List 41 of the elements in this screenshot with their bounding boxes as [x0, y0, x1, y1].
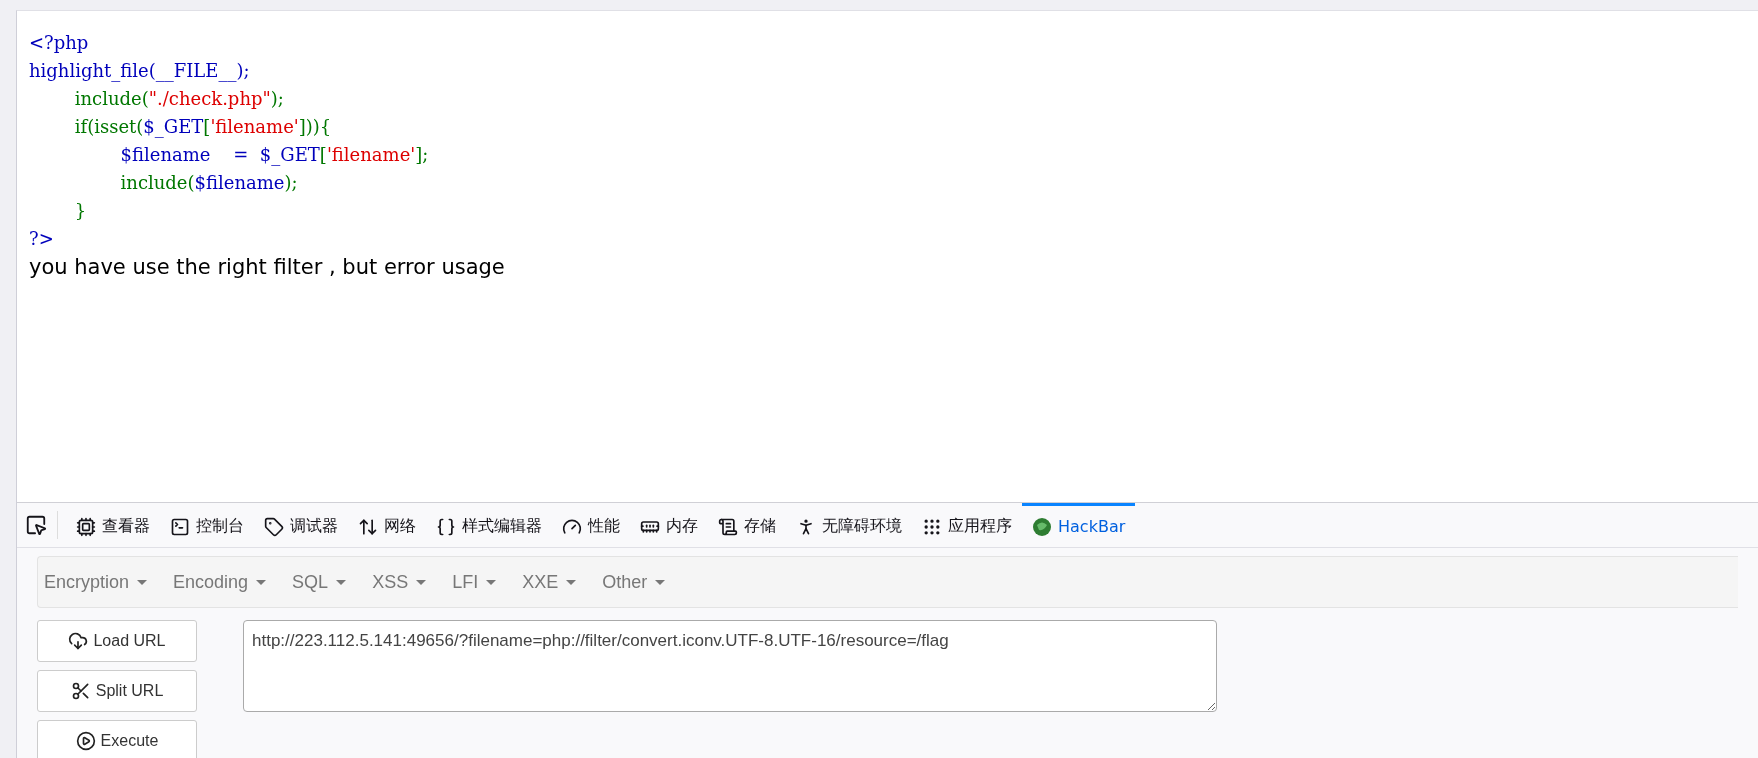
php-source-code: <?php highlight_file(__FILE__); include("./check.php"); if(isset($_GET['filename'])){ $filename = $_GET['filename']; include($filename); } ?> — [29, 31, 430, 251]
scissors-icon — [70, 681, 91, 701]
tag-icon — [264, 516, 284, 537]
terminal-icon — [170, 516, 190, 537]
devtools-tab[interactable]: 存储 — [708, 503, 786, 547]
caret-icon — [256, 579, 267, 585]
caret-icon — [336, 579, 347, 585]
cloud-download-icon — [68, 631, 89, 651]
dropdown-menu[interactable]: Other — [602, 571, 678, 593]
dropdown-menu[interactable]: XXE — [522, 571, 589, 593]
caret-icon — [655, 579, 666, 585]
hackbar-button[interactable]: Execute — [37, 720, 197, 758]
devtools-tab[interactable]: 样式编辑器 — [426, 503, 552, 547]
caret-icon — [137, 579, 148, 585]
devtools-tab[interactable]: 查看器 — [66, 503, 160, 547]
devtools-tab[interactable]: 内存 — [630, 503, 708, 547]
devtools-tab[interactable]: 性能 — [552, 503, 630, 547]
play-circle-icon — [75, 731, 96, 751]
dropdown-menu[interactable]: Encoding — [173, 571, 279, 593]
dropdown-menu[interactable]: Encryption — [44, 571, 160, 593]
devtools-tab[interactable]: 无障碍环境 — [786, 503, 912, 547]
braces-icon — [436, 516, 456, 537]
devtools-tab[interactable]: 网络 — [348, 503, 426, 547]
url-field[interactable]: http://223.112.5.141:49656/?filename=php://filter/convert.iconv.UTF-8.UTF-16/resource=/flag — [243, 620, 1217, 712]
caret-icon — [486, 579, 497, 585]
output-text: you have use the right filter , but error usage — [29, 255, 506, 279]
caret-icon — [566, 579, 577, 585]
element-picker-icon[interactable] — [25, 514, 47, 536]
dropdown-menu[interactable]: XSS — [372, 571, 439, 593]
hackbar-button[interactable]: Load URL — [37, 620, 197, 662]
dropdown-menu[interactable]: LFI — [452, 571, 509, 593]
caret-icon — [416, 579, 427, 585]
document-icon — [718, 516, 738, 537]
globe-logo-icon — [1032, 516, 1052, 537]
devtools-tab[interactable]: 应用程序 — [912, 503, 1022, 547]
chip-icon — [76, 516, 96, 537]
devtools-tab[interactable]: HackBar — [1022, 503, 1136, 547]
hackbar-button[interactable]: Split URL — [37, 670, 197, 712]
devtools-tab[interactable]: 调试器 — [254, 503, 348, 547]
dropdown-menu[interactable]: SQL — [292, 571, 359, 593]
devtools-tab[interactable]: 控制台 — [160, 503, 254, 547]
